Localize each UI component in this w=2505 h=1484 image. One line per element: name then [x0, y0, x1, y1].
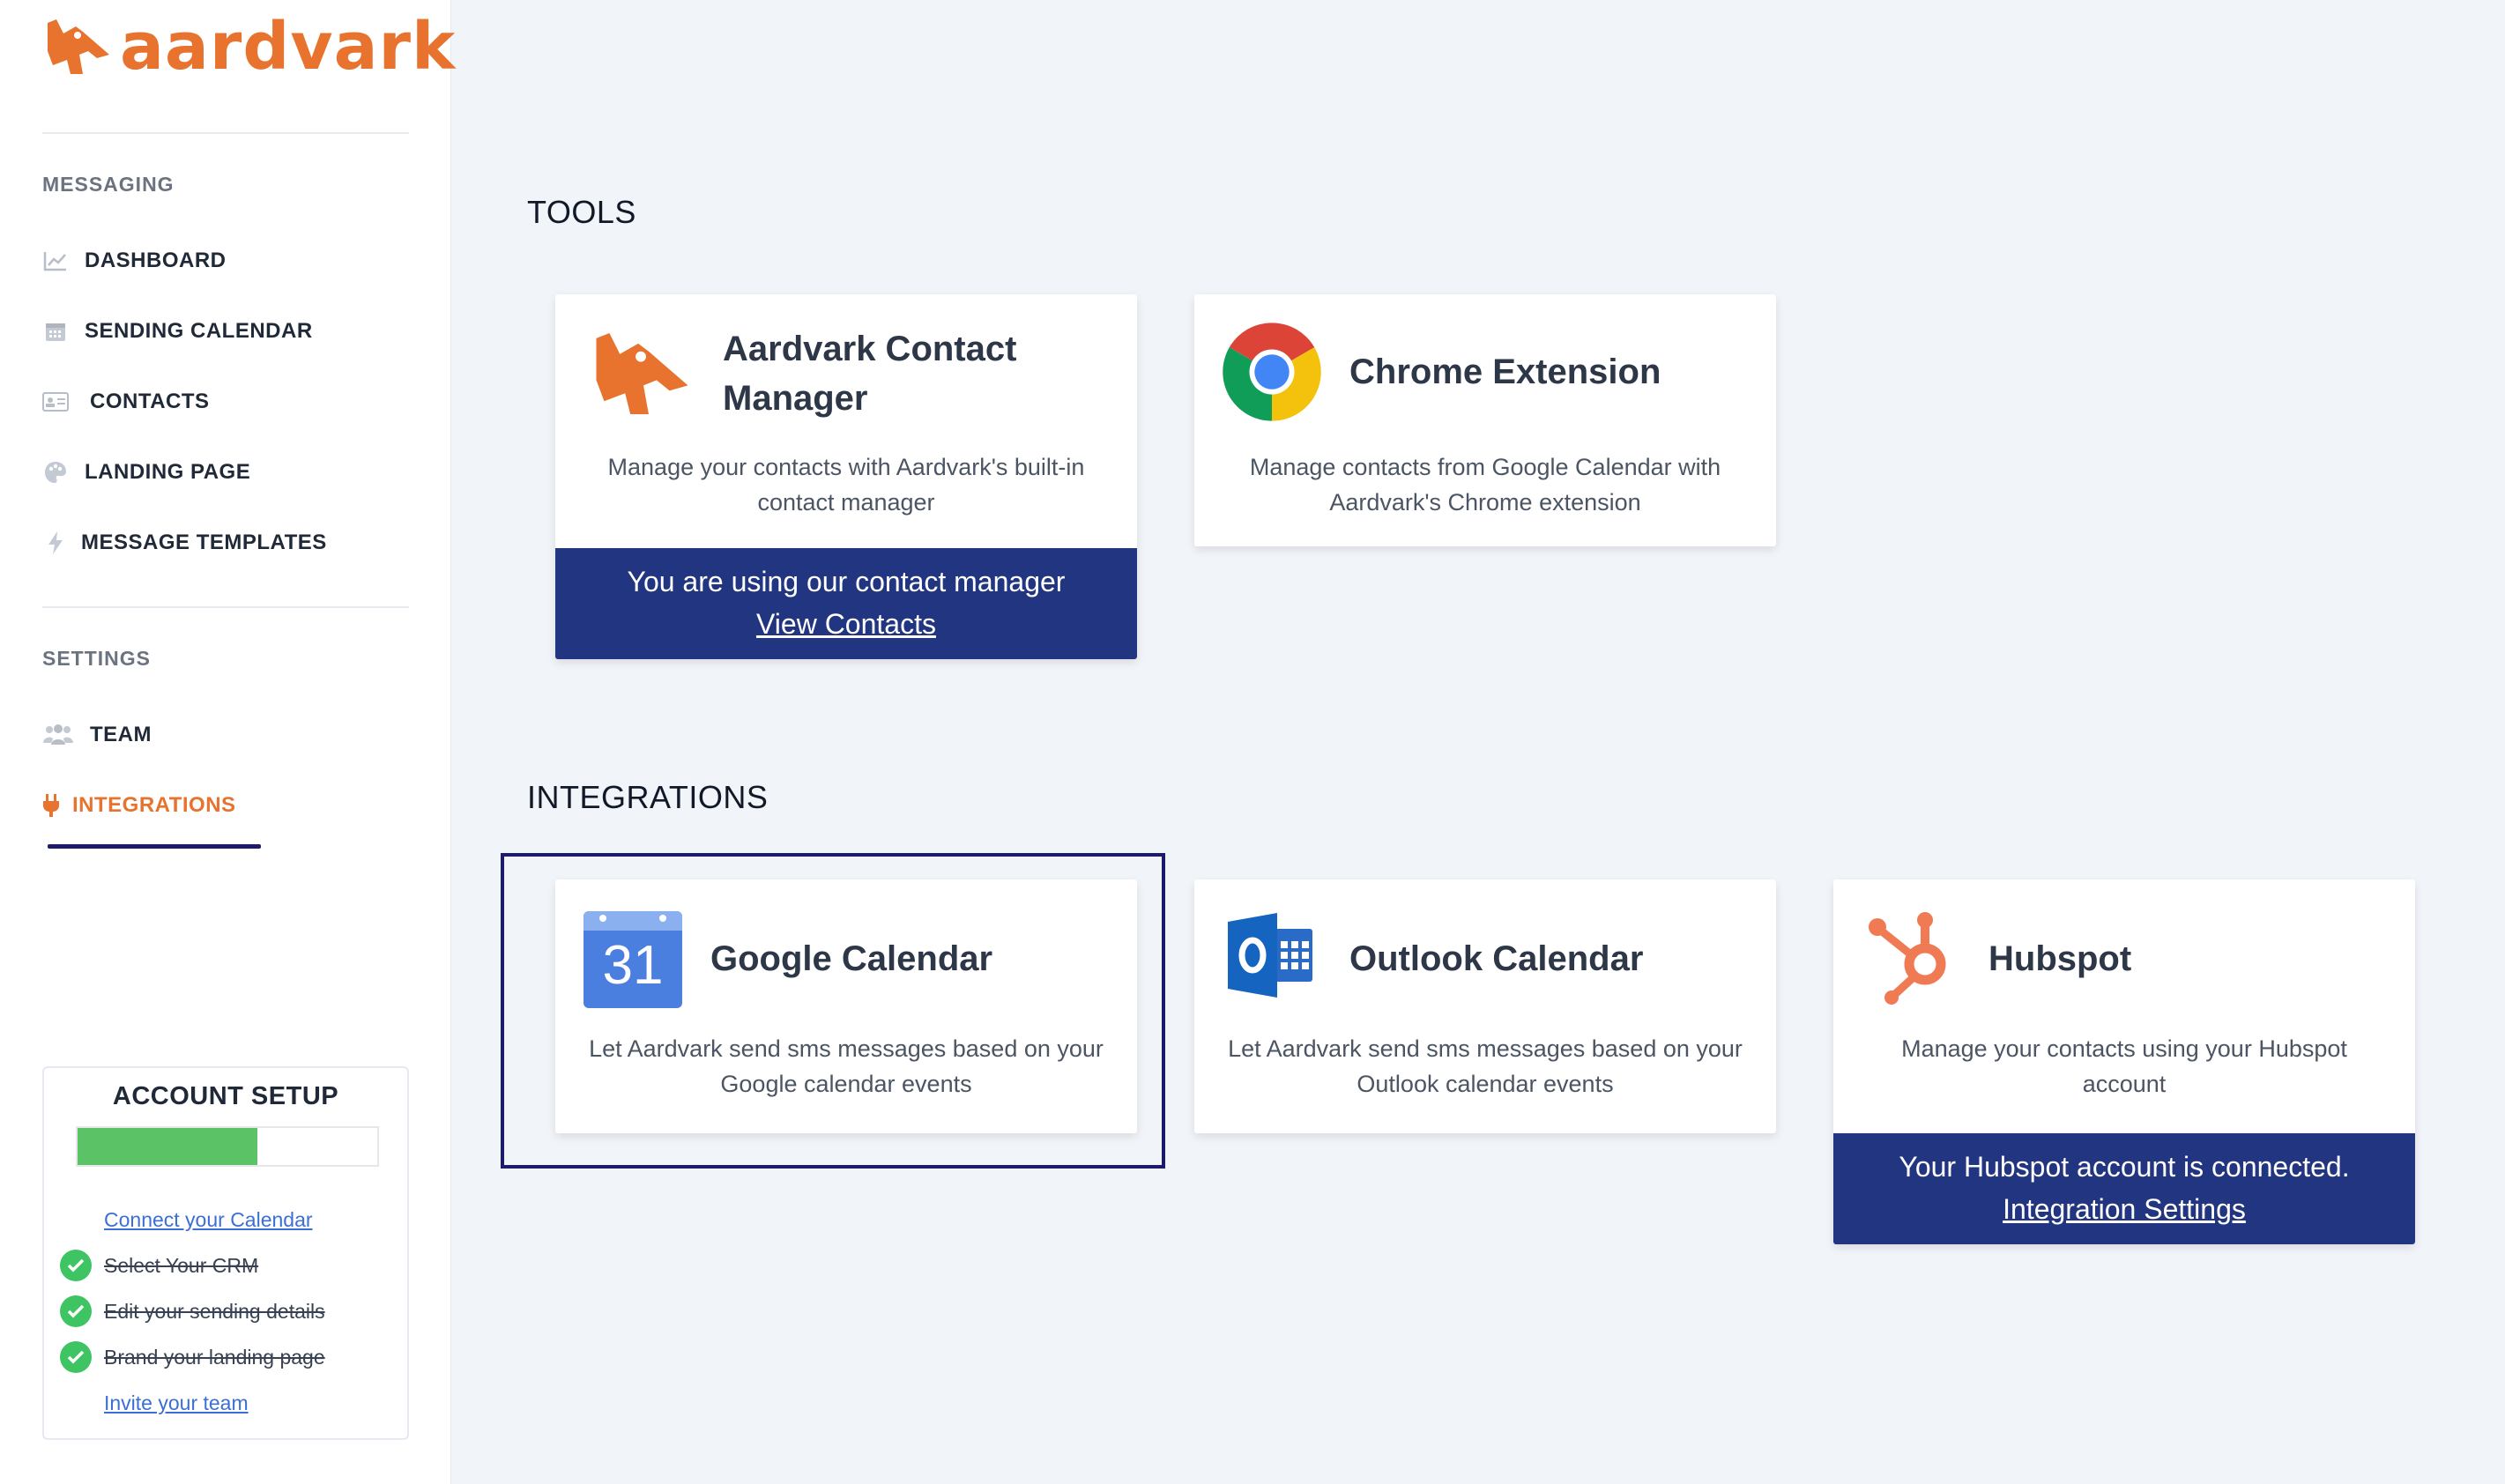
contact-manager-footer: You are using our contact manager View C…: [555, 548, 1137, 659]
sidebar-item-label: DASHBOARD: [85, 249, 227, 272]
sidebar-divider: [42, 606, 409, 608]
sidebar-divider: [42, 132, 409, 134]
setup-step-label: Select Your CRM: [104, 1253, 259, 1277]
palette-icon: [42, 459, 69, 486]
sidebar-item-team[interactable]: TEAM: [42, 716, 152, 754]
card-description: Manage your contacts with Aardvark's bui…: [607, 454, 1085, 516]
setup-step-sending-details: Edit your sending details: [60, 1294, 325, 1329]
sidebar-item-landing-page[interactable]: LANDING PAGE: [42, 453, 250, 492]
setup-step-connect-calendar[interactable]: Connect your Calendar: [60, 1202, 313, 1237]
aardvark-logo-icon: [591, 328, 696, 424]
bolt-icon: [42, 530, 69, 556]
setup-progress-bar: [76, 1126, 379, 1167]
check-circle-icon: [60, 1341, 92, 1373]
view-contacts-link[interactable]: View Contacts: [756, 603, 936, 645]
section-label-settings: SETTINGS: [42, 647, 152, 670]
outlook-calendar-card[interactable]: Outlook Calendar Let Aardvark send sms m…: [1194, 879, 1776, 1133]
sidebar-item-label: TEAM: [90, 723, 152, 746]
sidebar: aardvark MESSAGING DASHBOARD SENDING CAL…: [0, 0, 455, 1484]
integrations-heading: INTEGRATIONS: [527, 779, 769, 815]
card-description: Manage your contacts using your Hubspot …: [1901, 1035, 2347, 1097]
google-calendar-icon: 31: [584, 908, 682, 1013]
users-icon: [42, 722, 74, 748]
setup-step-label: Edit your sending details: [104, 1299, 325, 1323]
sidebar-item-dashboard[interactable]: DASHBOARD: [42, 241, 227, 280]
footer-status-text: You are using our contact manager: [627, 566, 1066, 597]
brand-logo[interactable]: aardvark: [44, 9, 457, 85]
card-title: Google Calendar: [710, 939, 993, 978]
footer-status-text: Your Hubspot account is connected.: [1899, 1151, 2350, 1183]
section-label-messaging: MESSAGING: [42, 173, 175, 196]
sidebar-item-label: LANDING PAGE: [85, 460, 251, 484]
setup-step-brand-landing: Brand your landing page: [60, 1339, 325, 1375]
sidebar-item-sending-calendar[interactable]: SENDING CALENDAR: [42, 312, 313, 351]
sidebar-item-message-templates[interactable]: MESSAGE TEMPLATES: [42, 523, 327, 562]
account-setup-panel: ACCOUNT SETUP Connect your Calendar Sele…: [42, 1066, 409, 1440]
chart-line-icon: [42, 248, 69, 274]
setup-progress-fill: [78, 1128, 257, 1165]
card-description: Manage contacts from Google Calendar wit…: [1249, 454, 1721, 516]
hubspot-card[interactable]: Hubspot Manage your contacts using your …: [1833, 879, 2415, 1244]
card-title: Hubspot: [1988, 939, 2132, 978]
card-title: Chrome Extension: [1349, 352, 1661, 391]
integration-settings-link[interactable]: Integration Settings: [2003, 1188, 2246, 1230]
chrome-icon: [1221, 321, 1323, 427]
google-calendar-card[interactable]: 31 Google Calendar Let Aardvark send sms…: [555, 879, 1137, 1133]
sidebar-item-label: MESSAGE TEMPLATES: [81, 531, 327, 554]
card-title: Outlook Calendar: [1349, 939, 1644, 978]
sidebar-item-label: INTEGRATIONS: [72, 793, 236, 817]
contact-manager-card[interactable]: Aardvark Contact Manager Manage your con…: [555, 294, 1137, 659]
calendar-icon: [42, 318, 69, 345]
sidebar-item-label: CONTACTS: [90, 390, 210, 413]
sidebar-item-integrations[interactable]: INTEGRATIONS: [42, 786, 236, 825]
chrome-extension-card[interactable]: Chrome Extension Manage contacts from Go…: [1194, 294, 1776, 546]
address-card-icon: [42, 389, 69, 415]
calendar-day-number: 31: [602, 935, 664, 996]
active-nav-indicator: [48, 844, 261, 849]
sidebar-item-contacts[interactable]: CONTACTS: [42, 382, 210, 421]
setup-step-link[interactable]: Invite your team: [104, 1391, 249, 1415]
setup-step-link[interactable]: Connect your Calendar: [104, 1208, 313, 1232]
setup-step-select-crm: Select Your CRM: [60, 1248, 258, 1283]
card-description: Let Aardvark send sms messages based on …: [1228, 1035, 1743, 1097]
plug-icon: [42, 792, 60, 819]
sidebar-item-label: SENDING CALENDAR: [85, 319, 313, 343]
account-setup-title: ACCOUNT SETUP: [112, 1082, 339, 1110]
tools-heading: TOOLS: [527, 194, 636, 230]
setup-step-label: Brand your landing page: [104, 1345, 325, 1369]
outlook-icon: [1228, 913, 1314, 1002]
aardvark-logo-icon: [48, 19, 109, 74]
card-description: Let Aardvark send sms messages based on …: [589, 1035, 1104, 1097]
check-circle-icon: [60, 1295, 92, 1327]
hubspot-footer: Your Hubspot account is connected. Integ…: [1833, 1133, 2415, 1244]
setup-step-invite-team[interactable]: Invite your team: [60, 1385, 249, 1421]
check-circle-icon: [60, 1250, 92, 1281]
hubspot-icon: [1869, 909, 1957, 1009]
brand-name: aardvark: [120, 9, 457, 85]
card-title: Aardvark Contact Manager: [723, 330, 1017, 418]
